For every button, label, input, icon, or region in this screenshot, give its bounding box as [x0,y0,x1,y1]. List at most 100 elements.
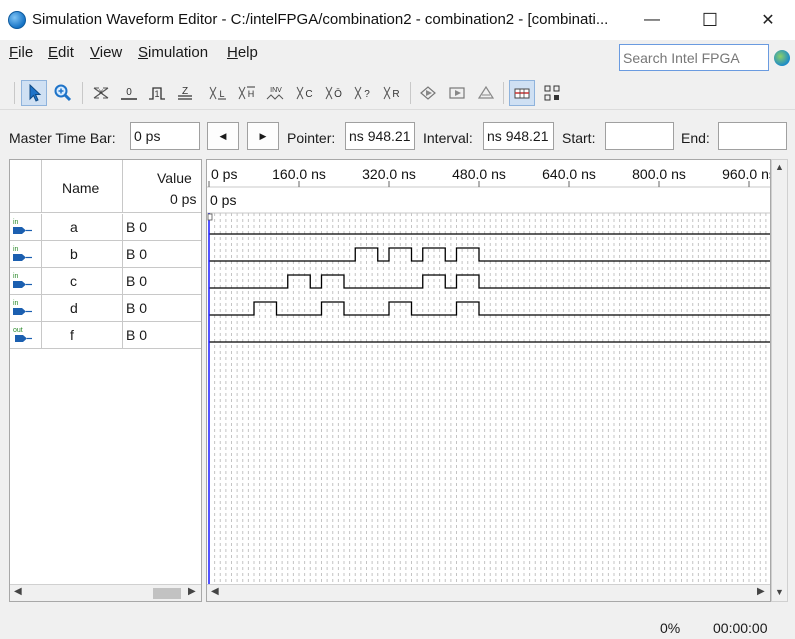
signal-row[interactable]: in b B 0 [10,241,201,268]
quartus-app-icon [8,11,26,29]
window-title: Simulation Waveform Editor - C:/intelFPG… [32,11,609,28]
signal-icon-cell: in [10,268,42,294]
next-transition-button[interactable]: ▶ [247,122,279,150]
invert-button[interactable]: INV [263,80,289,106]
grid-settings-button[interactable] [539,80,565,106]
high-impedance-button[interactable]: Z [172,80,198,106]
menu-help[interactable]: Help [227,44,258,61]
elapsed-time: 00:00:00 [713,620,768,636]
waveform-hscroll[interactable]: ◀ ▶ [207,584,770,601]
zoom-tool-button[interactable] [50,80,76,106]
signal-name-cell: c [42,268,123,294]
weak-high-button[interactable]: H [234,80,260,106]
cursor-handle[interactable] [207,213,213,221]
menu-file-accel: F [9,44,19,61]
scroll-left-arrow-icon[interactable]: ◀ [211,586,219,597]
clock-button[interactable]: Ō [321,80,347,106]
forcing-unknown-button[interactable]: X [88,80,114,106]
signal-row[interactable]: in d B 0 [10,295,201,322]
maximize-button[interactable]: ☐ [681,0,739,40]
scroll-right-arrow-icon[interactable]: ▶ [757,586,765,597]
input-pin-icon: in [13,219,32,234]
signal-list-hscroll[interactable]: ◀ ▶ [10,584,201,601]
signal-value: B 0 [126,246,148,262]
menu-help-label: elp [237,44,258,61]
end-field[interactable] [718,122,787,150]
menu-file[interactable]: File [9,44,33,61]
search-input[interactable] [619,44,769,71]
pointer-field[interactable]: 948.21 ns [345,122,415,150]
start-field[interactable] [605,122,674,150]
toolbar-separator [503,82,504,104]
scroll-thumb[interactable] [153,588,181,599]
waveform-pane[interactable]: 0 ps 160.0 ns 320.0 ns 480.0 ns 640.0 ns 800.… [206,159,771,602]
signal-row[interactable]: in c B 0 [10,268,201,295]
close-button[interactable]: ✕ [739,0,795,40]
forcing-high-button[interactable]: 1 [144,80,170,106]
value-column-header[interactable]: Value 0 ps [123,160,201,213]
signal-row[interactable]: in a B 0 [10,214,201,241]
invert-label: INV [270,87,282,94]
cursor-time-label: 0 ps [210,192,236,208]
signal-value: B 0 [126,273,148,289]
pin-direction-label: in [13,219,19,226]
selection-tool-button[interactable] [21,80,47,106]
menu-view-accel: V [90,44,100,61]
interval-label: Interval: [423,130,473,146]
scroll-right-arrow-icon[interactable]: ▶ [188,586,196,597]
menu-help-accel: H [227,44,238,61]
menu-simulation[interactable]: Simulation [138,44,208,61]
count-value-label: C [305,89,312,100]
menu-file-label: ile [18,44,34,61]
scroll-left-arrow-icon[interactable]: ◀ [14,586,22,597]
arbitrary-value-icon: ? [354,86,370,100]
forcing-low-label: 0 [126,87,132,98]
signal-value-cell: B 0 [123,295,201,321]
grid-settings-icon [544,85,560,101]
weak-high-icon: H [238,86,255,100]
time-tick-label: 640.0 ns [542,166,596,182]
netlist-icon [477,85,495,99]
globe-icon[interactable] [774,50,790,66]
signal-value: B 0 [126,327,148,343]
random-value-button[interactable]: R [379,80,405,106]
menu-edit-label: dit [58,44,74,61]
waveform-canvas[interactable]: 0 ps 160.0 ns 320.0 ns 480.0 ns 640.0 ns 800.… [207,160,771,584]
forcing-low-icon: 0 [121,87,137,100]
minimize-button[interactable]: — [623,0,681,40]
interval-field[interactable]: 948.21 ns [483,122,554,150]
scroll-up-arrow-icon[interactable]: ▲ [775,162,784,172]
forcing-low-button[interactable]: 0 [116,80,142,106]
value-column-time: 0 ps [170,191,197,207]
signal-icon-cell: in [10,295,42,321]
menu-edit[interactable]: Edit [48,44,74,61]
status-bar: 0% 00:00:00 [0,612,795,639]
waveform-vscroll[interactable]: ▲ ▼ [771,159,788,602]
signal-value: B 0 [126,219,148,235]
menu-view[interactable]: View [90,44,122,61]
generate-netlist-button[interactable] [473,80,499,106]
signal-icon-cell: in [10,241,42,267]
previous-transition-button[interactable]: ◀ [207,122,239,150]
weak-high-label: H [248,89,255,99]
clock-icon: Ō [325,86,342,100]
pointer-label: Pointer: [287,130,336,146]
scroll-down-arrow-icon[interactable]: ▼ [775,587,784,597]
name-column-header[interactable]: Name [42,160,123,213]
signal-name-cell: d [42,295,123,321]
pin-direction-label: in [13,246,19,253]
arbitrary-value-button[interactable]: ? [350,80,376,106]
run-functional-simulation-button[interactable] [415,80,441,106]
menu-simulation-accel: S [138,44,149,61]
count-value-button[interactable]: C [292,80,318,106]
snap-to-grid-button[interactable] [509,80,535,106]
master-time-bar-field[interactable]: 0 ps [130,122,200,150]
output-pin-icon: out [13,327,32,342]
forcing-unknown-label: X [99,90,104,97]
signal-name: c [70,273,77,289]
weak-low-button[interactable]: L [205,80,231,106]
signal-value-cell: B 0 [123,241,201,267]
high-impedance-label: Z [182,86,188,97]
signal-row[interactable]: out f B 0 [10,322,201,349]
run-timing-simulation-button[interactable] [444,80,470,106]
